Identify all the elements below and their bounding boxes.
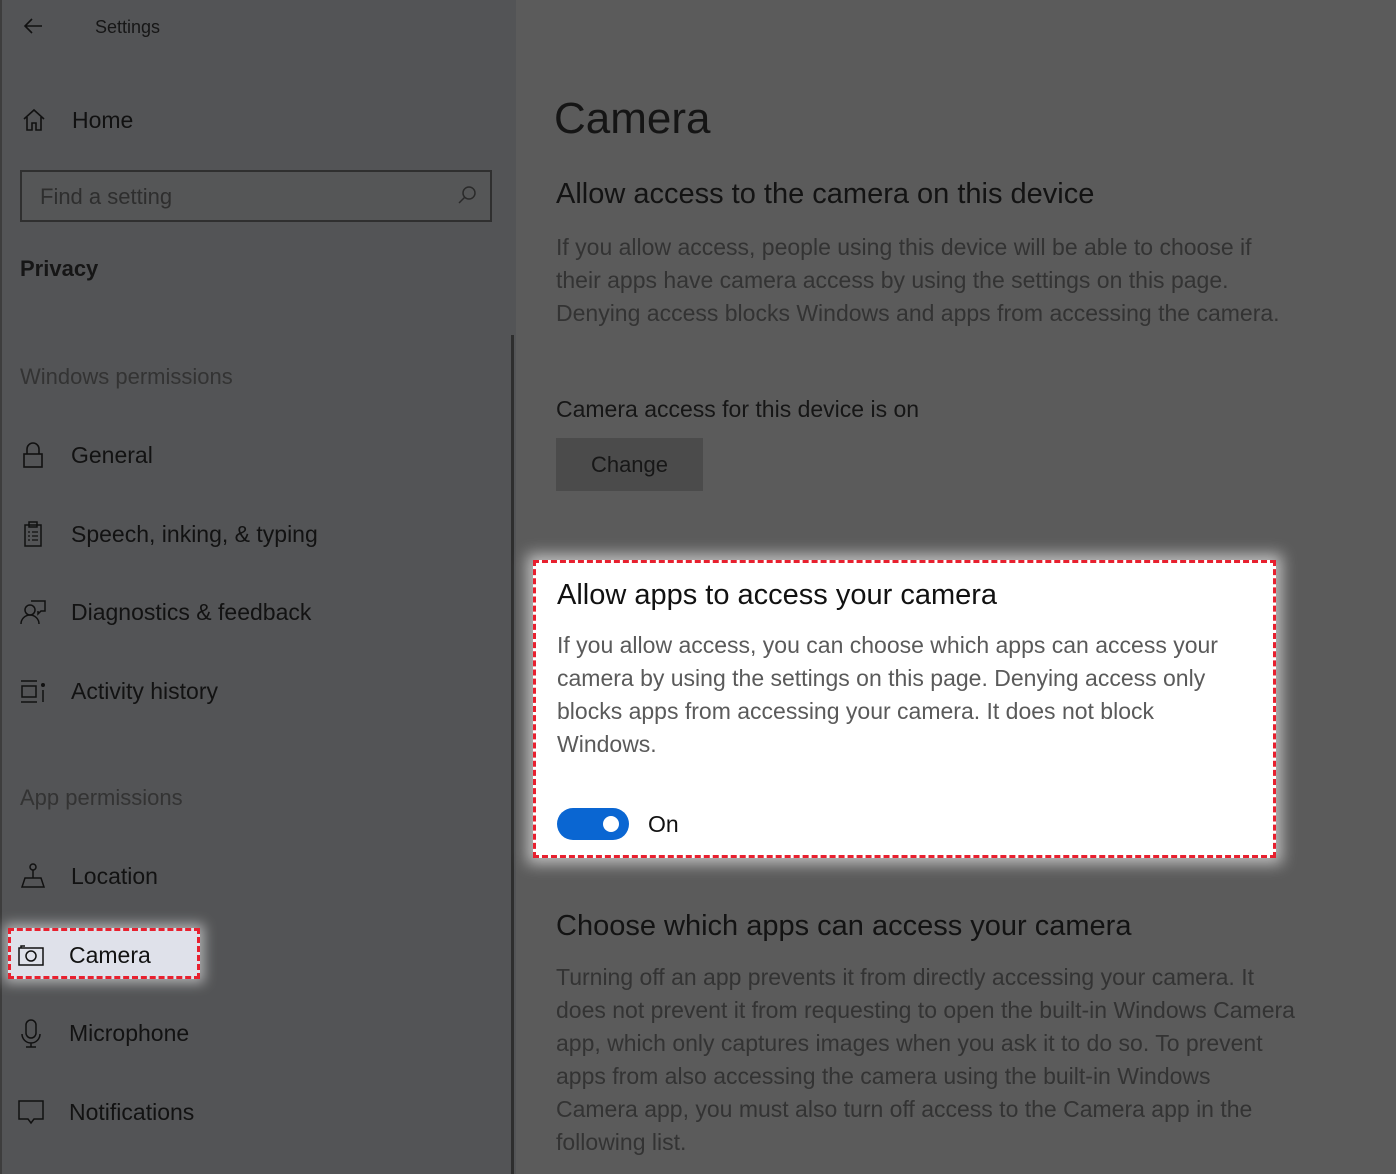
title-bar: Settings <box>2 0 518 56</box>
app-title: Settings <box>95 17 161 37</box>
sidebar-item-camera[interactable]: Camera <box>16 933 151 977</box>
sidebar-item-general[interactable]: General <box>18 433 153 477</box>
app-access-section: Allow apps to access your camera If you … <box>533 560 1276 858</box>
sidebar-item-label: Home <box>72 106 134 133</box>
sidebar-item-label: General <box>71 441 153 468</box>
choose-apps-description: Turning off an app prevents it from dire… <box>556 964 1295 1155</box>
home-icon <box>20 106 48 134</box>
app-access-description: If you allow access, you can choose whic… <box>557 632 1218 757</box>
sidebar-item-location[interactable]: Location <box>18 854 158 898</box>
change-button[interactable]: Change <box>556 438 703 491</box>
clipboard-icon <box>18 519 48 549</box>
sidebar-item-label: Notifications <box>69 1098 195 1125</box>
toggle-state-label: On <box>648 811 679 837</box>
sidebar-item-speech[interactable]: Speech, inking, & typing <box>18 512 318 556</box>
sidebar-item-label: Location <box>71 862 158 889</box>
device-access-description: If you allow access, people using this d… <box>556 234 1280 326</box>
section-title: Privacy <box>20 256 99 281</box>
device-access-status: Camera access for this device is on <box>556 396 920 422</box>
sidebar-item-microphone[interactable]: Microphone <box>16 1011 189 1055</box>
group-label-app-permissions: App permissions <box>20 785 183 810</box>
sidebar-item-home[interactable]: Home <box>20 100 133 140</box>
group-label-windows-permissions: Windows permissions <box>20 364 233 389</box>
sidebar-item-activity-history[interactable]: Activity history <box>18 669 218 713</box>
search-icon[interactable] <box>456 184 478 206</box>
search-box[interactable] <box>20 170 492 222</box>
sidebar-item-label: Speech, inking, & typing <box>71 520 318 547</box>
device-access-heading: Allow access to the camera on this devic… <box>556 178 1095 210</box>
camera-icon <box>16 940 46 970</box>
sidebar-item-diagnostics[interactable]: Diagnostics & feedback <box>18 590 311 634</box>
page-title: Camera <box>554 94 711 143</box>
app-access-toggle[interactable] <box>557 808 629 840</box>
search-input[interactable] <box>38 172 442 222</box>
arrow-left-icon[interactable] <box>22 14 46 38</box>
app-access-heading: Allow apps to access your camera <box>557 579 998 611</box>
sidebar-item-label: Microphone <box>69 1019 190 1046</box>
timeline-icon <box>18 676 48 706</box>
toggle-knob <box>603 816 619 832</box>
person-feedback-icon <box>18 597 48 627</box>
sidebar-item-label: Diagnostics & feedback <box>71 598 312 625</box>
sidebar-scrollbar[interactable] <box>511 335 514 1174</box>
choose-apps-heading: Choose which apps can access your camera <box>556 910 1132 942</box>
microphone-icon <box>16 1018 46 1048</box>
sidebar-item-notifications[interactable]: Notifications <box>16 1090 194 1134</box>
notification-icon <box>16 1097 46 1127</box>
lock-icon <box>18 440 48 470</box>
sidebar-item-label: Activity history <box>71 677 218 704</box>
sidebar-item-label: Camera <box>69 941 151 968</box>
location-icon <box>18 861 48 891</box>
sidebar: Settings Home Privacy Windows permission… <box>0 0 516 1174</box>
